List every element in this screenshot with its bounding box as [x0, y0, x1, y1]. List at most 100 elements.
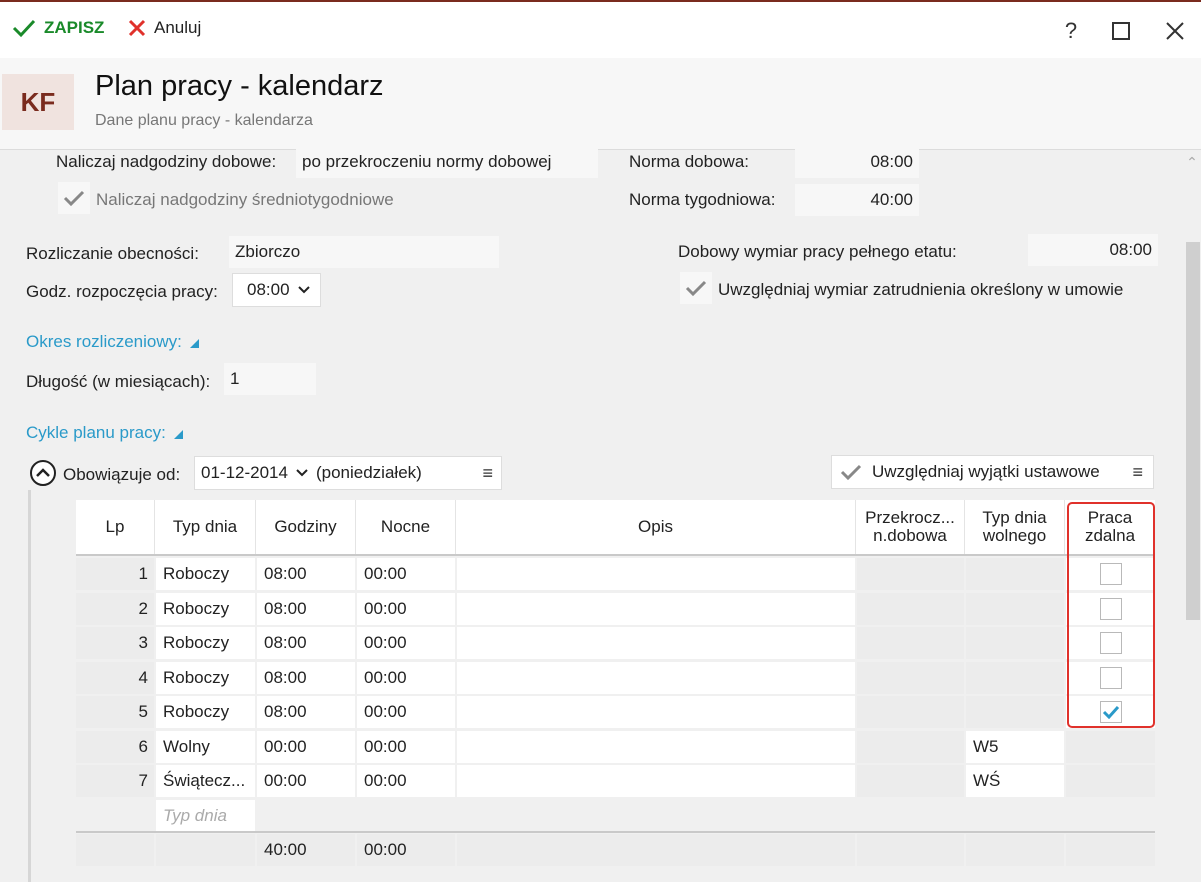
- cell-hours[interactable]: 00:00: [257, 730, 355, 763]
- col-header-free[interactable]: Typ dnia wolnego: [965, 500, 1065, 554]
- save-button[interactable]: ZAPISZ: [12, 18, 104, 38]
- col-header-hours[interactable]: Godziny: [256, 500, 356, 554]
- remote-work-checkbox[interactable]: [1099, 701, 1122, 723]
- checkmark-icon: [840, 464, 862, 481]
- cell-type[interactable]: Roboczy: [156, 696, 255, 728]
- close-window-button[interactable]: [1160, 16, 1190, 46]
- cell-free[interactable]: [966, 696, 1064, 728]
- cell-type[interactable]: Roboczy: [156, 661, 255, 694]
- cell-hours[interactable]: 08:00: [257, 592, 355, 625]
- length-field[interactable]: 1: [224, 363, 316, 395]
- cell-free[interactable]: W5: [966, 730, 1064, 763]
- cell-free[interactable]: [966, 592, 1064, 625]
- norm-daily-label: Norma dobowa:: [629, 152, 750, 171]
- valid-from-label: Obowiązuje od:: [63, 465, 181, 484]
- cell-night[interactable]: 00:00: [357, 661, 455, 694]
- cell-desc[interactable]: [457, 661, 855, 694]
- cell-desc[interactable]: [457, 765, 855, 797]
- page-title: Plan pracy - kalendarz: [95, 70, 384, 102]
- cell-hours[interactable]: 08:00: [257, 661, 355, 694]
- cell-hours[interactable]: 00:00: [257, 765, 355, 797]
- cell-desc[interactable]: [457, 558, 855, 590]
- cell-night[interactable]: 00:00: [357, 696, 455, 728]
- col-header-type[interactable]: Typ dnia: [155, 500, 256, 554]
- menu-icon[interactable]: ≡: [1132, 462, 1143, 483]
- table-row[interactable]: 6 Wolny 00:00 00:00 W5: [76, 730, 1155, 763]
- scroll-up-icon[interactable]: ⌃: [1185, 154, 1199, 171]
- col-header-over[interactable]: Przekrocz... n.dobowa: [856, 500, 965, 554]
- fulltime-field[interactable]: 08:00: [1028, 234, 1158, 266]
- cell-desc[interactable]: [457, 730, 855, 763]
- table-row[interactable]: 1 Roboczy 08:00 00:00: [76, 558, 1155, 590]
- close-icon: [128, 19, 146, 37]
- period-section-toggle[interactable]: Okres rozliczeniowy:: [26, 332, 199, 352]
- cell-night[interactable]: 00:00: [357, 730, 455, 763]
- cycles-section-toggle[interactable]: Cykle planu pracy:: [26, 423, 183, 443]
- cell-hours[interactable]: 08:00: [257, 627, 355, 659]
- cell-lp: 1: [76, 558, 154, 590]
- cell-free[interactable]: [966, 661, 1064, 694]
- col-header-free-line2: wolnego: [982, 526, 1047, 545]
- cell-free[interactable]: [966, 627, 1064, 659]
- cell-hours[interactable]: 08:00: [257, 696, 355, 728]
- col-header-remote[interactable]: Praca zdalna: [1065, 500, 1155, 554]
- cell-free[interactable]: WŚ: [966, 765, 1064, 797]
- cell-night[interactable]: 00:00: [357, 765, 455, 797]
- attendance-field[interactable]: Zbiorczo: [229, 236, 499, 268]
- menu-icon[interactable]: ≡: [482, 463, 493, 484]
- maximize-button[interactable]: [1106, 16, 1136, 46]
- cell-night[interactable]: 00:00: [357, 558, 455, 590]
- save-label: ZAPISZ: [44, 18, 105, 37]
- cell-hours[interactable]: 08:00: [257, 558, 355, 590]
- checkmark-icon: [12, 19, 36, 38]
- col-header-remote-line2: zdalna: [1084, 526, 1136, 545]
- table-row[interactable]: 4 Roboczy 08:00 00:00: [76, 661, 1155, 694]
- cell-type[interactable]: Roboczy: [156, 558, 255, 590]
- remote-work-checkbox[interactable]: [1099, 563, 1122, 585]
- cell-remote: [1066, 661, 1155, 694]
- start-hour-label: Godz. rozpoczęcia pracy:: [26, 282, 218, 301]
- col-header-lp[interactable]: Lp: [76, 500, 155, 554]
- cell-type[interactable]: Wolny: [156, 730, 255, 763]
- cell-desc[interactable]: [457, 627, 855, 659]
- help-button[interactable]: ?: [1056, 16, 1086, 46]
- header-divider: [76, 554, 1155, 556]
- cell-type[interactable]: Świątecz...: [156, 765, 255, 797]
- close-window-icon: [1166, 22, 1184, 40]
- collapse-cycle-button[interactable]: [29, 459, 57, 492]
- new-row[interactable]: Typ dnia: [76, 799, 1155, 832]
- table-row[interactable]: 5 Roboczy 08:00 00:00: [76, 696, 1155, 728]
- norm-weekly-field[interactable]: 40:00: [795, 184, 919, 216]
- table-row[interactable]: 2 Roboczy 08:00 00:00: [76, 592, 1155, 625]
- scrollbar-thumb[interactable]: [1186, 242, 1200, 620]
- chevron-down-icon: [296, 469, 308, 477]
- toolbar: ZAPISZ Anuluj ?: [0, 0, 1201, 58]
- cell-type[interactable]: Roboczy: [156, 592, 255, 625]
- overtime-daily-label: Naliczaj nadgodziny dobowe:: [56, 152, 277, 171]
- norm-daily-field[interactable]: 08:00: [795, 146, 919, 178]
- contract-checkbox[interactable]: [680, 272, 712, 304]
- cell-desc[interactable]: [457, 696, 855, 728]
- cell-free[interactable]: [966, 558, 1064, 590]
- new-row-type-input[interactable]: Typ dnia: [156, 799, 255, 832]
- cell-night[interactable]: 00:00: [357, 592, 455, 625]
- overtime-weekly-checkbox[interactable]: [58, 182, 90, 214]
- collapse-triangle-icon: [173, 430, 183, 439]
- col-header-desc[interactable]: Opis: [456, 500, 856, 554]
- cell-desc[interactable]: [457, 592, 855, 625]
- start-hour-select[interactable]: 08:00: [232, 273, 321, 307]
- remote-work-checkbox[interactable]: [1099, 597, 1122, 620]
- exceptions-toggle[interactable]: Uwzględniaj wyjątki ustawowe ≡: [831, 455, 1154, 489]
- cell-lp: 5: [76, 696, 154, 728]
- valid-from-select[interactable]: 01-12-2014 (poniedziałek) ≡: [194, 456, 502, 490]
- table-row[interactable]: 3 Roboczy 08:00 00:00: [76, 627, 1155, 659]
- cell-night[interactable]: 00:00: [357, 627, 455, 659]
- start-hour-value: 08:00: [247, 280, 290, 299]
- cancel-button[interactable]: Anuluj: [128, 18, 201, 38]
- overtime-daily-field[interactable]: po przekroczeniu normy dobowej: [296, 146, 598, 178]
- remote-work-checkbox[interactable]: [1099, 666, 1122, 689]
- col-header-night[interactable]: Nocne: [356, 500, 456, 554]
- table-row[interactable]: 7 Świątecz... 00:00 00:00 WŚ: [76, 765, 1155, 797]
- cell-type[interactable]: Roboczy: [156, 627, 255, 659]
- remote-work-checkbox[interactable]: [1099, 632, 1122, 654]
